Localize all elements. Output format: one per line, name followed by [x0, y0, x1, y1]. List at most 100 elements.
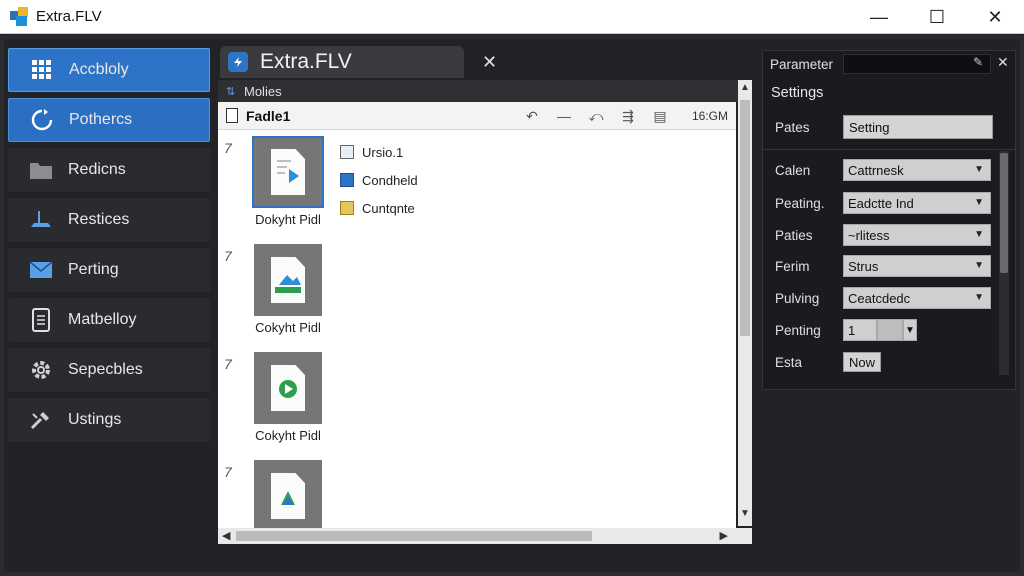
peating-select[interactable]: Eadctte Ind ▼ — [843, 192, 991, 214]
panel-scrollbar[interactable] — [999, 151, 1009, 375]
panel-scroll-thumb[interactable] — [1000, 153, 1008, 273]
sidebar: Accbloly Pothercs Redicns Restices Perti… — [8, 48, 210, 566]
app-logo-icon — [10, 6, 30, 27]
chevron-down-icon: ▼ — [974, 197, 984, 208]
redo-icon[interactable]: ⤺ — [580, 108, 612, 125]
row-marker: 7 — [224, 464, 232, 480]
toolbar-actions: ↶ — ⤺ ⇶ ▤ — [516, 102, 676, 130]
param-row-peating: Peating. Eadctte Ind ▼ — [775, 191, 1005, 215]
scroll-right-icon[interactable]: ▶ — [720, 529, 728, 542]
mail-icon — [28, 257, 54, 283]
image-file-icon — [271, 257, 305, 303]
list-view-icon[interactable]: ▤ — [644, 108, 676, 125]
sidebar-item-perting[interactable]: Perting — [8, 248, 210, 292]
video-file-icon — [271, 149, 305, 195]
sidebar-item-pothercs[interactable]: Pothercs — [8, 98, 210, 142]
flv-file-icon — [228, 52, 248, 72]
sidebar-item-sepecbles[interactable]: Sepecbles — [8, 348, 210, 392]
chart-file-icon — [271, 473, 305, 519]
minus-icon[interactable]: — — [548, 108, 580, 124]
chevron-down-icon: ▼ — [974, 260, 984, 271]
ferim-select[interactable]: Strus ▼ — [843, 255, 991, 277]
param-row-pulving: Pulving Ceatcdedc ▼ — [775, 286, 1005, 310]
sub-header: ⇅ Molies — [218, 80, 738, 102]
chevron-down-icon: ▼ — [974, 292, 984, 303]
parameter-header: Parameter ✎ ✕ — [763, 51, 1015, 77]
scroll-down-icon[interactable]: ▼ — [738, 508, 752, 524]
horizontal-scroll-thumb[interactable] — [236, 531, 592, 541]
setting-button[interactable]: Setting — [843, 115, 993, 139]
split-icon: ⇅ — [226, 86, 236, 98]
edit-icon[interactable]: ✎ — [973, 55, 983, 69]
list-item[interactable]: Ursio.1 — [340, 138, 418, 166]
layers-icon[interactable]: ⇶ — [612, 108, 644, 125]
list-item[interactable]: Condheld — [340, 166, 418, 194]
refresh-icon — [29, 107, 55, 133]
file-browser: Fadle1 ↶ — ⤺ ⇶ ▤ 16:GM 7 Dokyht Pidl 7 C… — [218, 102, 736, 544]
play-file-icon — [271, 365, 305, 411]
file-size: 16:GM — [691, 109, 728, 123]
document-tab[interactable]: Extra.FLV — [220, 46, 464, 78]
maximize-button[interactable]: ☐ — [908, 0, 966, 34]
sidebar-item-ustings[interactable]: Ustings — [8, 398, 210, 442]
stepper-track[interactable] — [877, 319, 903, 341]
sidebar-item-label: Perting — [68, 261, 119, 278]
list-item[interactable]: Cuntqnte — [340, 194, 418, 222]
chevron-down-icon: ▼ — [974, 164, 984, 175]
sidebar-item-label: Restices — [68, 211, 130, 228]
row-marker: 7 — [224, 356, 232, 372]
sidebar-item-label: Matbelloy — [68, 311, 137, 328]
calen-select[interactable]: Cattrnesk ▼ — [843, 159, 991, 181]
gear-icon — [28, 357, 54, 383]
settings-heading: Settings — [771, 85, 824, 101]
scroll-up-icon[interactable]: ▲ — [738, 82, 752, 98]
content-toolbar: Fadle1 ↶ — ⤺ ⇶ ▤ 16:GM — [218, 102, 736, 130]
param-row-ferim: Ferim Strus ▼ — [775, 254, 1005, 278]
blank-file-icon — [340, 145, 354, 159]
minimize-button[interactable]: — — [850, 0, 908, 34]
file-thumbnail-chart[interactable] — [254, 460, 322, 532]
sidebar-item-accbloly[interactable]: Accbloly — [8, 48, 210, 92]
file-row: 7 Cokyht Pidl — [218, 352, 718, 462]
undo-icon[interactable]: ↶ — [516, 108, 548, 125]
sidebar-item-restices[interactable]: Restices — [8, 198, 210, 242]
paties-select[interactable]: ~rlitess ▼ — [843, 224, 991, 246]
folder-icon — [28, 157, 54, 183]
panel-close-button[interactable]: ✕ — [997, 54, 1009, 71]
file-thumbnail-video[interactable] — [252, 136, 324, 208]
chevron-down-icon[interactable]: ▼ — [903, 319, 917, 341]
param-row-pates: Pates Setting — [775, 115, 1005, 139]
horizontal-scrollbar[interactable]: ◀ ▶ — [218, 528, 752, 544]
sidebar-item-label: Redicns — [68, 161, 126, 178]
parameter-search-input[interactable] — [843, 54, 991, 74]
now-button[interactable]: Now — [843, 352, 882, 372]
param-row-esta: Esta Now — [775, 350, 1005, 374]
image-icon — [340, 173, 354, 187]
sidebar-item-redicns[interactable]: Redicns — [8, 148, 210, 192]
row-marker: 7 — [224, 140, 232, 156]
tab-label: Extra.FLV — [260, 50, 352, 73]
title-bar: Extra.FLV — ☐ ✕ — [0, 0, 1024, 34]
file-row: 7 Cokyht Pidl — [218, 244, 718, 354]
scroll-left-icon[interactable]: ◀ — [222, 529, 230, 542]
folder-icon — [340, 201, 354, 215]
vertical-scrollbar[interactable]: ▲ ▼ — [738, 80, 752, 526]
param-row-paties: Paties ~rlitess ▼ — [775, 223, 1005, 247]
param-row-calen: Calen Cattrnesk ▼ — [775, 158, 1005, 182]
file-caption: Cokyht Pidl — [255, 320, 321, 335]
file-row: 7 Dokyht Pidl — [218, 136, 718, 246]
sidebar-item-label: Sepecbles — [68, 361, 143, 378]
file-caption: Dokyht Pidl — [255, 212, 321, 227]
file-thumbnail-play[interactable] — [254, 352, 322, 424]
vertical-scroll-thumb[interactable] — [740, 100, 750, 336]
tab-close-button[interactable]: ✕ — [482, 52, 497, 73]
close-window-button[interactable]: ✕ — [966, 0, 1024, 34]
penting-stepper[interactable]: 1 — [843, 319, 877, 341]
param-row-penting: Penting 1 ▼ — [775, 318, 1005, 342]
sidebar-item-matbelloy[interactable]: Matbelloy — [8, 298, 210, 342]
pulving-select[interactable]: Ceatcdedc ▼ — [843, 287, 991, 309]
sub-header-label: Molies — [244, 83, 282, 99]
toolbar-title: Fadle1 — [246, 107, 291, 124]
sidebar-item-label: Pothercs — [69, 111, 133, 128]
file-thumbnail-image[interactable] — [254, 244, 322, 316]
